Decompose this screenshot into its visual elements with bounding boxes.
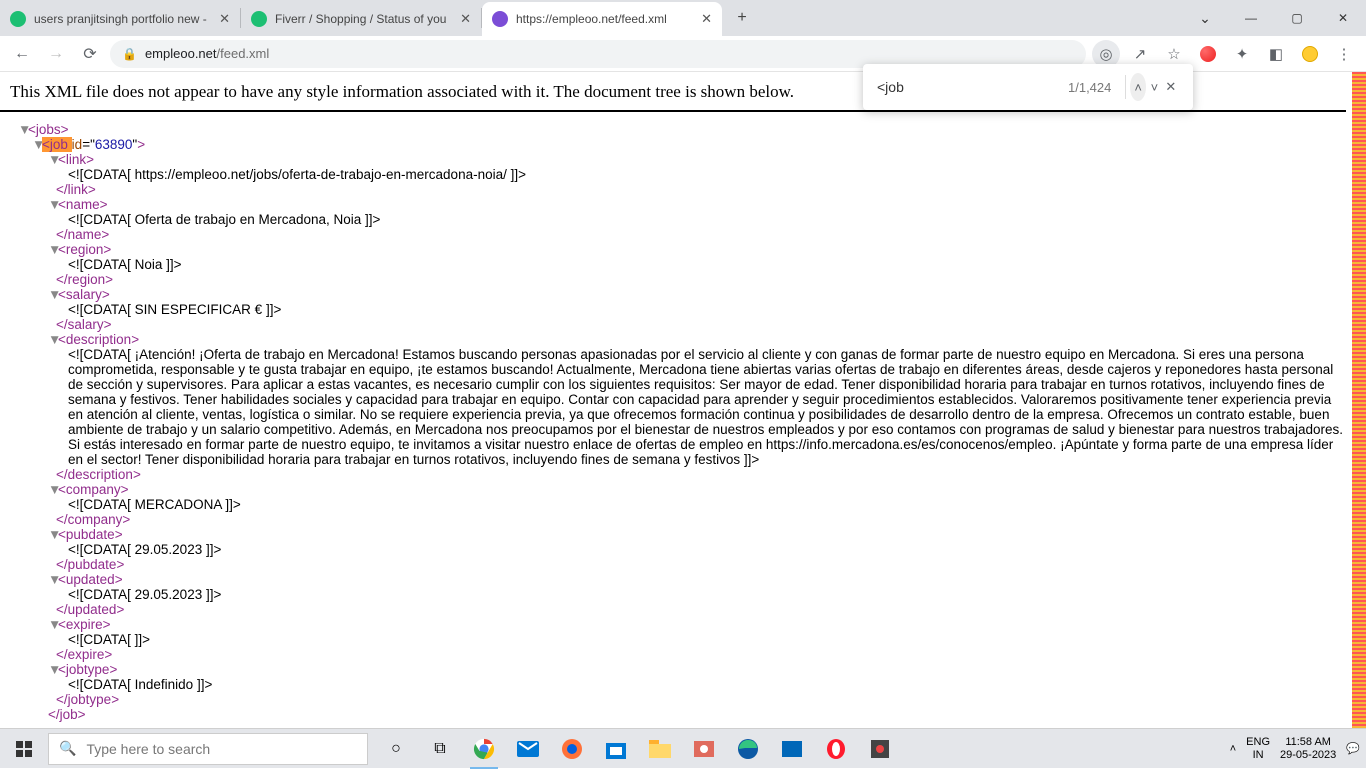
clock[interactable]: 11:58 AM 29-05-2023 [1280, 736, 1336, 762]
find-bar: 1/1,424 ˄ ˅ ✕ [863, 64, 1193, 110]
toggle-icon[interactable]: ▼ [48, 572, 58, 587]
link-value: https://empleoo.net/jobs/oferta-de-traba… [135, 167, 507, 182]
url-path: /feed.xml [217, 46, 270, 61]
toggle-icon[interactable]: ▼ [48, 662, 58, 677]
edge-icon[interactable] [726, 729, 770, 769]
new-tab-button[interactable]: + [728, 4, 756, 32]
close-window-button[interactable]: ✕ [1320, 0, 1366, 36]
company-value: MERCADONA [135, 497, 222, 512]
find-prev-button[interactable]: ˄ [1130, 73, 1146, 101]
start-button[interactable] [0, 729, 48, 769]
firefox-icon[interactable] [550, 729, 594, 769]
store-icon[interactable] [594, 729, 638, 769]
favicon-icon [251, 11, 267, 27]
opera-icon[interactable] [814, 729, 858, 769]
lock-icon: 🔒 [122, 47, 137, 61]
back-button[interactable]: ← [8, 40, 36, 68]
favicon-icon [492, 11, 508, 27]
taskbar-search[interactable]: 🔍 Type here to search [48, 733, 368, 765]
toggle-icon[interactable]: ▼ [48, 332, 58, 347]
app2-icon[interactable] [858, 729, 902, 769]
toggle-icon[interactable]: ▼ [18, 122, 28, 137]
browser-tab[interactable]: users pranjitsingh portfolio new - ✕ [0, 2, 240, 36]
photos-icon[interactable] [682, 729, 726, 769]
toggle-icon[interactable]: ▼ [48, 242, 58, 257]
divider [0, 110, 1346, 112]
task-icons: ○ ⧉ [374, 729, 902, 769]
taskview-icon[interactable]: ⧉ [418, 729, 462, 769]
toggle-icon[interactable]: ▼ [48, 482, 58, 497]
url-domain: empleoo.net [145, 46, 217, 61]
extension-icon[interactable] [1194, 40, 1222, 68]
name-value: Oferta de trabajo en Mercadona, Noia [135, 212, 362, 227]
find-count: 1/1,424 [1068, 80, 1111, 95]
menu-button[interactable]: ⋮ [1330, 40, 1358, 68]
description-value: ¡Atención! ¡Oferta de trabajo en Mercado… [68, 347, 1343, 467]
forward-button[interactable]: → [42, 40, 70, 68]
page-content: This XML file does not appear to have an… [0, 72, 1352, 728]
find-close-button[interactable]: ✕ [1163, 73, 1179, 101]
toggle-icon[interactable]: ▼ [32, 137, 42, 152]
toggle-icon[interactable]: ▼ [48, 617, 58, 632]
search-icon: 🔍 [59, 740, 76, 757]
app-icon[interactable] [770, 729, 814, 769]
chevron-down-icon[interactable]: ⌄ [1182, 0, 1228, 36]
toggle-icon[interactable]: ▼ [48, 287, 58, 302]
close-icon[interactable]: ✕ [460, 11, 471, 27]
xml-tree: ▼<jobs> ▼<job id="63890"> ▼<link> <![CDA… [0, 122, 1352, 728]
search-placeholder: Type here to search [86, 741, 210, 757]
toggle-icon[interactable]: ▼ [48, 152, 58, 167]
system-tray: ˄ ENG IN 11:58 AM 29-05-2023 💬 [1230, 736, 1366, 762]
taskbar: 🔍 Type here to search ○ ⧉ ˄ ENG IN 11:58… [0, 728, 1366, 768]
tab-strip: users pranjitsingh portfolio new - ✕ Fiv… [0, 0, 1366, 36]
notifications-icon[interactable]: 💬 [1346, 742, 1360, 755]
favicon-icon [10, 11, 26, 27]
salary-value: SIN ESPECIFICAR € [135, 302, 263, 317]
separator [1125, 75, 1126, 99]
tab-title: https://empleoo.net/feed.xml [516, 12, 693, 26]
region-value: Noia [135, 257, 163, 272]
explorer-icon[interactable] [638, 729, 682, 769]
tab-title: Fiverr / Shopping / Status of you [275, 12, 452, 26]
maximize-button[interactable]: ▢ [1274, 0, 1320, 36]
toggle-icon[interactable]: ▼ [48, 197, 58, 212]
job-id-value: 63890 [95, 137, 133, 152]
close-icon[interactable]: ✕ [701, 11, 712, 27]
browser-tab-active[interactable]: https://empleoo.net/feed.xml ✕ [482, 2, 722, 36]
language-indicator[interactable]: ENG IN [1246, 736, 1270, 762]
close-icon[interactable]: ✕ [219, 11, 230, 27]
extensions-button[interactable]: ✦ [1228, 40, 1256, 68]
mail-icon[interactable] [506, 729, 550, 769]
tab-title: users pranjitsingh portfolio new - [34, 12, 211, 26]
tray-chevron-icon[interactable]: ˄ [1230, 743, 1236, 755]
sidepanel-icon[interactable]: ◧ [1262, 40, 1290, 68]
find-next-button[interactable]: ˅ [1146, 73, 1162, 101]
minimize-button[interactable]: — [1228, 0, 1274, 36]
cortana-icon[interactable]: ○ [374, 729, 418, 769]
chrome-icon[interactable] [462, 729, 506, 769]
updated-value: 29.05.2023 [135, 587, 203, 602]
toggle-icon[interactable]: ▼ [48, 527, 58, 542]
reload-button[interactable]: ⟳ [76, 40, 104, 68]
pubdate-value: 29.05.2023 [135, 542, 203, 557]
find-input[interactable] [877, 79, 1058, 95]
vertical-scrollbar[interactable] [1352, 72, 1366, 728]
jobtype-value: Indefinido [135, 677, 194, 692]
browser-tab[interactable]: Fiverr / Shopping / Status of you ✕ [241, 2, 481, 36]
window-controls: ⌄ — ▢ ✕ [1182, 0, 1366, 36]
profile-icon[interactable] [1296, 40, 1324, 68]
